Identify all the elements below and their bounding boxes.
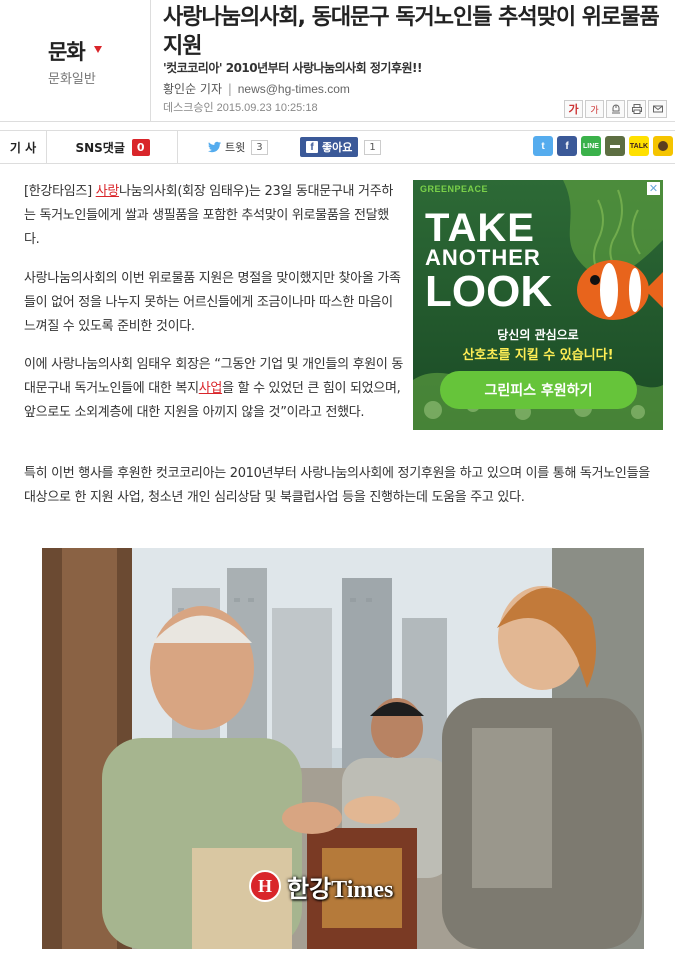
- article-header: 문화 문화일반 사랑나눔의사회, 동대문구 독거노인들 추석맞이 위로물품 지원…: [0, 0, 675, 122]
- twitter-share-icon[interactable]: t: [533, 136, 553, 156]
- like-label: 좋아요: [322, 141, 353, 154]
- ad-tagline-2: 산호초를 지킬 수 있습니다!: [413, 344, 663, 363]
- lamp-icon[interactable]: [606, 100, 625, 118]
- hangang-times-watermark: H 한강Times: [249, 868, 393, 904]
- ad-headline-take: TAKE: [425, 206, 535, 250]
- email-icon[interactable]: [648, 100, 667, 118]
- reporter-email[interactable]: news@hg-times.com: [238, 82, 350, 96]
- kakaotalk-share-icon[interactable]: TALK: [629, 136, 649, 156]
- line-share-icon[interactable]: LINE: [581, 136, 601, 156]
- keyword-link-saeop[interactable]: 사업: [199, 381, 223, 396]
- twitter-bird-icon: [208, 141, 221, 153]
- tab-sns-comments[interactable]: SNS댓글 0: [48, 131, 178, 163]
- tweet-label: 트윗: [225, 141, 246, 154]
- article-paragraph-1: [한강타임즈] 사랑나눔의사회(회장 임태우)는 23일 동대문구내 거주하는 …: [24, 180, 404, 252]
- tab-article[interactable]: 기 사: [0, 131, 47, 163]
- byline: 황인순 기자 | news@hg-times.com: [163, 80, 350, 97]
- article-subhead: '컷코코리아' 2010년부터 사랑나눔의사회 정기후원!!: [163, 61, 423, 75]
- tweet-button[interactable]: 트윗 3: [208, 137, 268, 157]
- share-buttons: t f LINE TALK: [533, 136, 675, 156]
- greenpeace-ad-banner[interactable]: GREENPEACE ✕ TAKE ANOTHER LOOK 당신의 관심으로 …: [413, 180, 663, 430]
- ad-headline-look: LOOK: [425, 267, 553, 316]
- hangang-times-logo-text: 한강Times: [287, 876, 394, 903]
- section-subtitle[interactable]: 문화일반: [48, 68, 96, 87]
- paragraph-prefix: [한강타임즈]: [24, 184, 96, 199]
- section-title[interactable]: 문화: [48, 36, 86, 66]
- section-block: 문화 문화일반: [0, 0, 150, 122]
- article-paragraph-4: 특히 이번 행사를 후원한 컷코코리아는 2010년부터 사랑나눔의사회에 정기…: [24, 466, 650, 505]
- facebook-share-icon[interactable]: f: [557, 136, 577, 156]
- sns-comment-count-badge: 0: [131, 138, 150, 156]
- article-photo: H 한강Times: [42, 548, 644, 949]
- dateline: 데스크승인 2015.09.23 10:25:18: [163, 102, 318, 114]
- ad-headline: TAKE ANOTHER LOOK: [425, 206, 553, 316]
- divider: [150, 0, 151, 122]
- kakaostory-share-icon[interactable]: [653, 136, 673, 156]
- keyword-link-sarang[interactable]: 사랑: [96, 184, 120, 199]
- article-paragraph-3: 이에 사랑나눔의사회 임태우 회장은 “그동안 기업 및 개인들의 후원이 동대…: [24, 353, 404, 425]
- facebook-like: f 좋아요: [300, 137, 359, 157]
- ad-brand: GREENPEACE: [420, 184, 489, 194]
- article-paragraph-2: 사랑나눔의사회의 이번 위로물품 지원은 명절을 맞이했지만 찾아올 가족들이 …: [24, 271, 401, 334]
- article-tools: 가 가: [562, 100, 667, 118]
- font-size-increase-button[interactable]: 가: [564, 100, 583, 118]
- byline-separator: |: [227, 82, 232, 96]
- facebook-like-button[interactable]: f 좋아요 1: [300, 137, 381, 157]
- article-headline: 사랑나눔의사회, 동대문구 독거노인들 추석맞이 위로물품 지원: [163, 5, 660, 59]
- ad-tagline-1: 당신의 관심으로: [497, 328, 579, 342]
- tab-sns-label: SNS댓글: [75, 140, 125, 155]
- like-count: 1: [364, 139, 381, 155]
- print-icon[interactable]: [627, 100, 646, 118]
- hangang-times-logo-icon: H: [249, 870, 281, 902]
- article-tab-bar: 기 사 SNS댓글 0 트윗 3 f 좋아요 1 t f LINE TALK: [0, 130, 675, 164]
- ad-donate-button[interactable]: 그린피스 후원하기: [440, 371, 637, 409]
- reporter-name: 황인순 기자: [163, 82, 223, 96]
- ad-tagline-highlight: 산호초를 지킬 수 있습니다!: [462, 348, 614, 363]
- tweet-count: 3: [251, 139, 268, 155]
- ad-close-icon[interactable]: ✕: [647, 182, 660, 195]
- facebook-icon: f: [306, 141, 318, 153]
- band-share-icon[interactable]: [605, 136, 625, 156]
- font-size-decrease-button[interactable]: 가: [585, 100, 604, 118]
- section-dropdown-icon[interactable]: [94, 46, 102, 53]
